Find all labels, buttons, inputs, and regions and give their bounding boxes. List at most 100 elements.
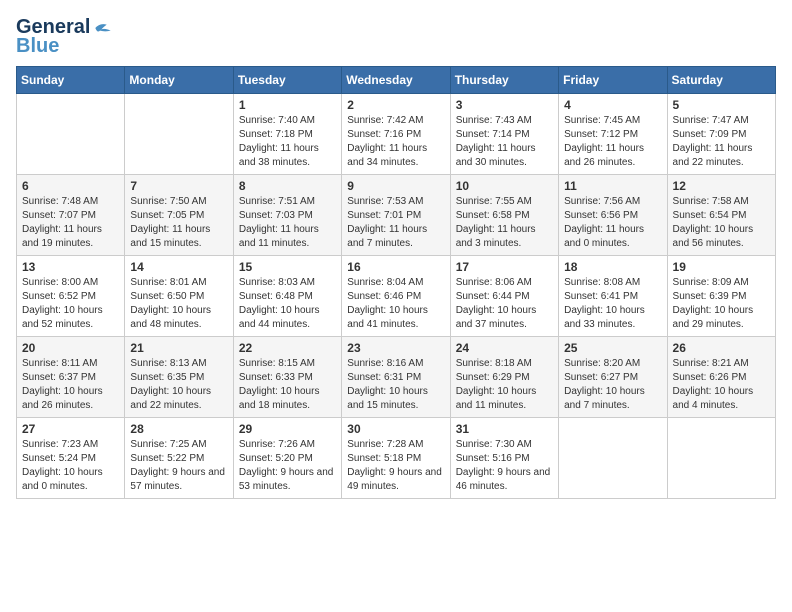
day-info: Sunrise: 7:40 AMSunset: 7:18 PMDaylight:… [239,114,336,170]
day-info: Sunrise: 7:58 AMSunset: 6:54 PMDaylight:… [673,195,770,251]
day-info: Sunrise: 8:09 AMSunset: 6:39 PMDaylight:… [673,276,770,332]
day-info: Sunrise: 8:01 AMSunset: 6:50 PMDaylight:… [130,276,227,332]
day-number: 17 [456,260,553,274]
calendar-table: SundayMondayTuesdayWednesdayThursdayFrid… [16,66,776,499]
weekday-header: Wednesday [342,67,450,94]
day-number: 20 [22,341,119,355]
weekday-header: Sunday [17,67,125,94]
day-number: 14 [130,260,227,274]
day-info: Sunrise: 8:16 AMSunset: 6:31 PMDaylight:… [347,357,444,413]
logo-blue-text: Blue [16,35,59,58]
calendar-cell [17,94,125,175]
calendar-cell: 24 Sunrise: 8:18 AMSunset: 6:29 PMDayligh… [450,337,558,418]
day-info: Sunrise: 8:15 AMSunset: 6:33 PMDaylight:… [239,357,336,413]
day-info: Sunrise: 8:18 AMSunset: 6:29 PMDaylight:… [456,357,553,413]
day-info: Sunrise: 7:51 AMSunset: 7:03 PMDaylight:… [239,195,336,251]
calendar-cell: 13 Sunrise: 8:00 AMSunset: 6:52 PMDayligh… [17,256,125,337]
day-info: Sunrise: 7:26 AMSunset: 5:20 PMDaylight:… [239,438,336,494]
day-info: Sunrise: 8:13 AMSunset: 6:35 PMDaylight:… [130,357,227,413]
day-info: Sunrise: 7:25 AMSunset: 5:22 PMDaylight:… [130,438,227,494]
calendar-cell: 11 Sunrise: 7:56 AMSunset: 6:56 PMDayligh… [559,175,667,256]
day-number: 3 [456,98,553,112]
day-info: Sunrise: 8:03 AMSunset: 6:48 PMDaylight:… [239,276,336,332]
weekday-header: Saturday [667,67,775,94]
day-info: Sunrise: 7:28 AMSunset: 5:18 PMDaylight:… [347,438,444,494]
calendar-cell: 22 Sunrise: 8:15 AMSunset: 6:33 PMDayligh… [233,337,341,418]
day-number: 6 [22,179,119,193]
calendar-cell: 25 Sunrise: 8:20 AMSunset: 6:27 PMDayligh… [559,337,667,418]
calendar-cell: 17 Sunrise: 8:06 AMSunset: 6:44 PMDayligh… [450,256,558,337]
day-number: 26 [673,341,770,355]
calendar-cell: 29Sunrise: 7:26 AMSunset: 5:20 PMDayligh… [233,418,341,499]
calendar-cell: 31Sunrise: 7:30 AMSunset: 5:16 PMDayligh… [450,418,558,499]
calendar-cell: 12 Sunrise: 7:58 AMSunset: 6:54 PMDayligh… [667,175,775,256]
calendar-cell: 9 Sunrise: 7:53 AMSunset: 7:01 PMDaylight… [342,175,450,256]
calendar-cell [559,418,667,499]
calendar-cell: 19 Sunrise: 8:09 AMSunset: 6:39 PMDayligh… [667,256,775,337]
calendar-cell: 1 Sunrise: 7:40 AMSunset: 7:18 PMDaylight… [233,94,341,175]
day-number: 10 [456,179,553,193]
calendar-cell: 16 Sunrise: 8:04 AMSunset: 6:46 PMDayligh… [342,256,450,337]
calendar-cell [667,418,775,499]
day-number: 9 [347,179,444,193]
calendar-cell: 10 Sunrise: 7:55 AMSunset: 6:58 PMDayligh… [450,175,558,256]
day-info: Sunrise: 7:23 AMSunset: 5:24 PMDaylight:… [22,438,119,494]
day-info: Sunrise: 7:42 AMSunset: 7:16 PMDaylight:… [347,114,444,170]
day-info: Sunrise: 8:00 AMSunset: 6:52 PMDaylight:… [22,276,119,332]
day-number: 16 [347,260,444,274]
calendar-cell: 5Sunrise: 7:47 AMSunset: 7:09 PMDaylight… [667,94,775,175]
calendar-cell: 27Sunrise: 7:23 AMSunset: 5:24 PMDayligh… [17,418,125,499]
day-info: Sunrise: 8:04 AMSunset: 6:46 PMDaylight:… [347,276,444,332]
weekday-header: Monday [125,67,233,94]
calendar-week-row: 20 Sunrise: 8:11 AMSunset: 6:37 PMDayligh… [17,337,776,418]
day-number: 19 [673,260,770,274]
day-info: Sunrise: 7:56 AMSunset: 6:56 PMDaylight:… [564,195,661,251]
calendar-cell: 14 Sunrise: 8:01 AMSunset: 6:50 PMDayligh… [125,256,233,337]
day-number: 22 [239,341,336,355]
day-info: Sunrise: 7:55 AMSunset: 6:58 PMDaylight:… [456,195,553,251]
weekday-header: Friday [559,67,667,94]
day-number: 1 [239,98,336,112]
day-number: 2 [347,98,444,112]
weekday-header-row: SundayMondayTuesdayWednesdayThursdayFrid… [17,67,776,94]
logo-bird-icon [92,21,112,35]
calendar-cell: 2 Sunrise: 7:42 AMSunset: 7:16 PMDaylight… [342,94,450,175]
day-number: 7 [130,179,227,193]
day-number: 8 [239,179,336,193]
day-info: Sunrise: 8:06 AMSunset: 6:44 PMDaylight:… [456,276,553,332]
calendar-cell: 21Sunrise: 8:13 AMSunset: 6:35 PMDayligh… [125,337,233,418]
calendar-cell: 20 Sunrise: 8:11 AMSunset: 6:37 PMDayligh… [17,337,125,418]
calendar-cell: 28Sunrise: 7:25 AMSunset: 5:22 PMDayligh… [125,418,233,499]
calendar-cell: 18Sunrise: 8:08 AMSunset: 6:41 PMDayligh… [559,256,667,337]
day-number: 18 [564,260,661,274]
weekday-header: Thursday [450,67,558,94]
calendar-week-row: 1 Sunrise: 7:40 AMSunset: 7:18 PMDaylight… [17,94,776,175]
calendar-cell: 4Sunrise: 7:45 AMSunset: 7:12 PMDaylight… [559,94,667,175]
day-info: Sunrise: 8:21 AMSunset: 6:26 PMDaylight:… [673,357,770,413]
day-number: 30 [347,422,444,436]
weekday-header: Tuesday [233,67,341,94]
calendar-cell: 7Sunrise: 7:50 AMSunset: 7:05 PMDaylight… [125,175,233,256]
day-number: 25 [564,341,661,355]
day-info: Sunrise: 7:45 AMSunset: 7:12 PMDaylight:… [564,114,661,170]
day-info: Sunrise: 8:11 AMSunset: 6:37 PMDaylight:… [22,357,119,413]
day-number: 23 [347,341,444,355]
day-info: Sunrise: 8:20 AMSunset: 6:27 PMDaylight:… [564,357,661,413]
calendar-week-row: 27Sunrise: 7:23 AMSunset: 5:24 PMDayligh… [17,418,776,499]
calendar-week-row: 13 Sunrise: 8:00 AMSunset: 6:52 PMDayligh… [17,256,776,337]
calendar-cell: 15Sunrise: 8:03 AMSunset: 6:48 PMDayligh… [233,256,341,337]
calendar-cell: 3Sunrise: 7:43 AMSunset: 7:14 PMDaylight… [450,94,558,175]
day-number: 24 [456,341,553,355]
calendar-cell [125,94,233,175]
calendar-cell: 26 Sunrise: 8:21 AMSunset: 6:26 PMDayligh… [667,337,775,418]
calendar-cell: 30 Sunrise: 7:28 AMSunset: 5:18 PMDayligh… [342,418,450,499]
calendar-cell: 8 Sunrise: 7:51 AMSunset: 7:03 PMDaylight… [233,175,341,256]
calendar-cell: 6Sunrise: 7:48 AMSunset: 7:07 PMDaylight… [17,175,125,256]
calendar-week-row: 6Sunrise: 7:48 AMSunset: 7:07 PMDaylight… [17,175,776,256]
calendar-cell: 23 Sunrise: 8:16 AMSunset: 6:31 PMDayligh… [342,337,450,418]
day-number: 13 [22,260,119,274]
day-number: 12 [673,179,770,193]
day-number: 31 [456,422,553,436]
day-number: 11 [564,179,661,193]
day-info: Sunrise: 7:53 AMSunset: 7:01 PMDaylight:… [347,195,444,251]
